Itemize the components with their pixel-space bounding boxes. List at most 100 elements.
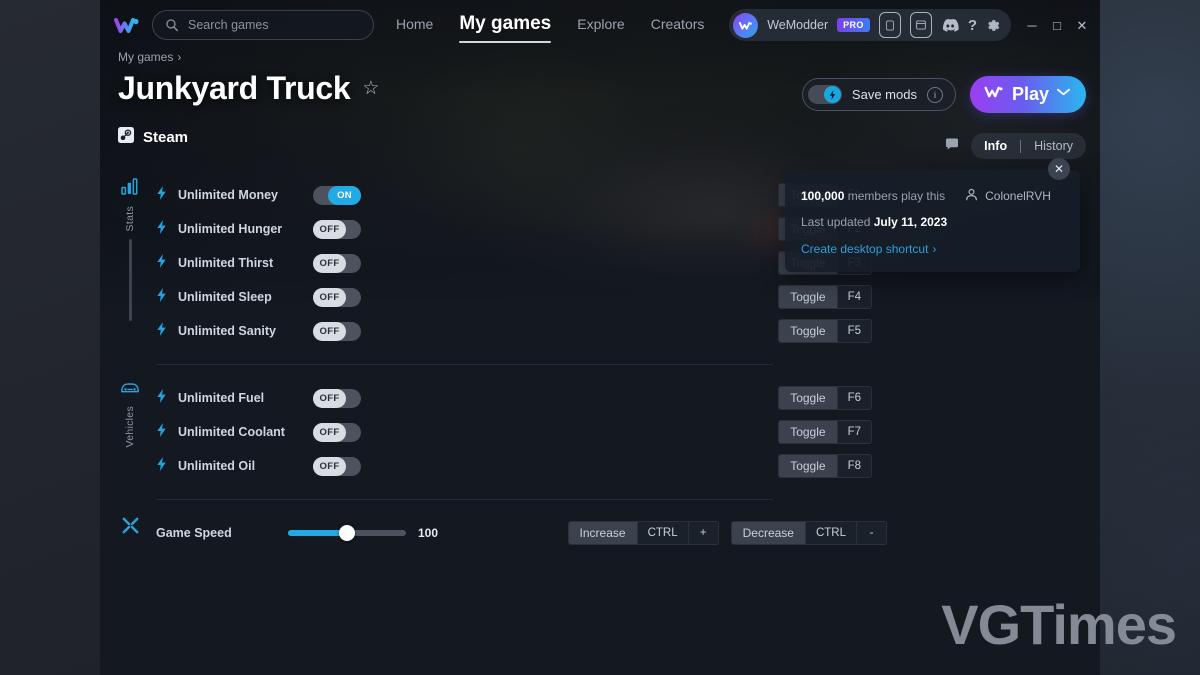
tab-history[interactable]: History (1021, 133, 1086, 159)
lightning-bolt-icon (156, 253, 169, 273)
hotkey-key[interactable]: F8 (836, 455, 871, 477)
mod-toggle-switch[interactable]: OFF (313, 422, 361, 442)
mod-row-unlimited-oil: Unlimited Oil OFF Toggle F8 (100, 449, 1100, 483)
help-question-icon[interactable]: ? (968, 18, 977, 33)
mod-label: Unlimited Oil (178, 459, 256, 473)
save-mods-info-icon[interactable]: i (926, 86, 943, 103)
members-count-text: 100,000 members play this (801, 189, 945, 203)
updated-prefix: Last updated (801, 215, 871, 229)
hotkey-action-button[interactable]: Toggle (779, 455, 837, 477)
mod-toggle-switch[interactable]: OFF (313, 388, 361, 408)
section-divider (156, 364, 773, 365)
nav-item-home[interactable]: Home (396, 16, 433, 35)
hotkey-group-decrease: Decrease CTRL - (730, 521, 887, 545)
bar-chart-icon (120, 178, 140, 200)
lightning-bolt-icon (156, 456, 169, 476)
section-divider (156, 499, 773, 500)
increase-modifier-key[interactable]: CTRL (636, 522, 688, 544)
decrease-key[interactable]: - (856, 522, 886, 544)
window-panel-icon[interactable] (909, 12, 932, 38)
updated-date: July 11, 2023 (873, 215, 948, 229)
settings-gear-icon[interactable] (986, 18, 1001, 33)
tab-info[interactable]: Info (971, 133, 1020, 159)
cross-shuffle-icon (121, 516, 140, 540)
phone-panel-icon[interactable] (878, 12, 901, 38)
account-name[interactable]: WeModder (767, 18, 828, 32)
wemod-w-logo-icon[interactable] (112, 10, 142, 40)
mod-toggle-switch[interactable]: ON (313, 185, 361, 205)
play-label: Play (1011, 84, 1049, 104)
hotkey-key[interactable]: F5 (836, 320, 871, 342)
chevron-down-icon[interactable] (1057, 83, 1070, 100)
hotkey-key[interactable]: F7 (836, 421, 871, 443)
game-speed-controls: Increase CTRL + Decrease CTRL - (567, 521, 887, 545)
hotkey-action-button[interactable]: Toggle (779, 286, 837, 308)
header-actions: Save mods i Play (801, 76, 1086, 113)
hotkey-group: Toggle F5 (778, 319, 872, 343)
mod-label: Unlimited Hunger (178, 222, 283, 236)
nav-item-creators[interactable]: Creators (651, 16, 705, 35)
play-button[interactable]: Play (969, 76, 1086, 113)
mod-row-unlimited-sanity: Unlimited Sanity OFF Toggle F5 (100, 314, 1100, 348)
increase-key[interactable]: + (687, 522, 718, 544)
toggle-state-label: OFF (313, 456, 346, 476)
section-scroll-indicator[interactable] (128, 239, 132, 322)
mod-label: Unlimited Thirst (178, 256, 274, 270)
hotkey-key[interactable]: F6 (836, 387, 871, 409)
hotkey-key[interactable]: F4 (836, 286, 871, 308)
decrease-button[interactable]: Decrease (731, 522, 805, 544)
close-button[interactable]: ✕ (1074, 17, 1090, 33)
window-controls: ─ □ ✕ (1024, 17, 1090, 33)
category-rail-stats: Stats (116, 178, 144, 328)
save-mods-toggle[interactable] (807, 85, 842, 104)
title-bar: Home My games Explore Creators WeModder … (100, 0, 1100, 50)
category-label-stats: Stats (124, 206, 136, 232)
page-title: Junkyard Truck (118, 70, 351, 106)
wemod-w-icon (984, 85, 1004, 104)
main-navigation: Home My games Explore Creators (396, 13, 705, 43)
slider-knob[interactable] (339, 525, 355, 541)
lightning-bolt-icon (156, 388, 169, 408)
hotkey-action-button[interactable]: Toggle (779, 421, 837, 443)
section-vehicles: Vehicles Unlimited Fuel OFF Toggle F6 Un… (100, 381, 1100, 483)
favorite-star-icon[interactable]: ☆ (362, 79, 379, 98)
create-desktop-shortcut-link[interactable]: Create desktop shortcut › (801, 242, 1062, 256)
breadcrumb[interactable]: My games › (118, 50, 1100, 64)
account-bar: WeModder PRO ? (729, 9, 1011, 41)
hotkey-group: Toggle F8 (778, 454, 872, 478)
discord-icon[interactable] (941, 18, 959, 32)
mod-toggle-switch[interactable]: OFF (313, 287, 361, 307)
hotkey-action-button[interactable]: Toggle (779, 320, 837, 342)
decrease-modifier-key[interactable]: CTRL (804, 522, 856, 544)
increase-button[interactable]: Increase (568, 522, 637, 544)
minimize-button[interactable]: ─ (1024, 17, 1040, 33)
lightning-bolt-icon (156, 422, 169, 442)
mod-toggle-switch[interactable]: OFF (313, 253, 361, 273)
person-icon (965, 188, 978, 204)
search-box[interactable] (152, 10, 374, 40)
platform-label: Steam (143, 129, 189, 146)
save-mods-button[interactable]: Save mods i (801, 78, 956, 111)
popup-author[interactable]: ColonelRVH (965, 188, 1051, 204)
wemod-avatar-icon[interactable] (733, 12, 759, 38)
save-mods-label: Save mods (851, 87, 917, 102)
comment-bubble-icon[interactable] (945, 137, 959, 155)
shortcut-label: Create desktop shortcut (801, 242, 929, 256)
maximize-button[interactable]: □ (1049, 17, 1065, 33)
steam-icon (118, 127, 134, 148)
mod-toggle-switch[interactable]: OFF (313, 456, 361, 476)
lightning-bolt-icon (823, 86, 841, 103)
game-speed-slider[interactable] (288, 525, 406, 541)
mod-row-unlimited-sleep: Unlimited Sleep OFF Toggle F4 (100, 280, 1100, 314)
search-input[interactable] (188, 18, 358, 32)
pro-badge: PRO (837, 18, 870, 32)
mod-row-unlimited-fuel: Unlimited Fuel OFF Toggle F6 (100, 381, 1100, 415)
mod-toggle-switch[interactable]: OFF (313, 321, 361, 341)
nav-item-my-games[interactable]: My games (459, 13, 551, 43)
mod-label: Unlimited Money (178, 188, 279, 202)
hotkey-action-button[interactable]: Toggle (779, 387, 837, 409)
chevron-right-icon: › (932, 242, 937, 256)
mod-toggle-switch[interactable]: OFF (313, 219, 361, 239)
popup-close-icon[interactable]: ✕ (1048, 158, 1070, 180)
nav-item-explore[interactable]: Explore (577, 16, 624, 35)
